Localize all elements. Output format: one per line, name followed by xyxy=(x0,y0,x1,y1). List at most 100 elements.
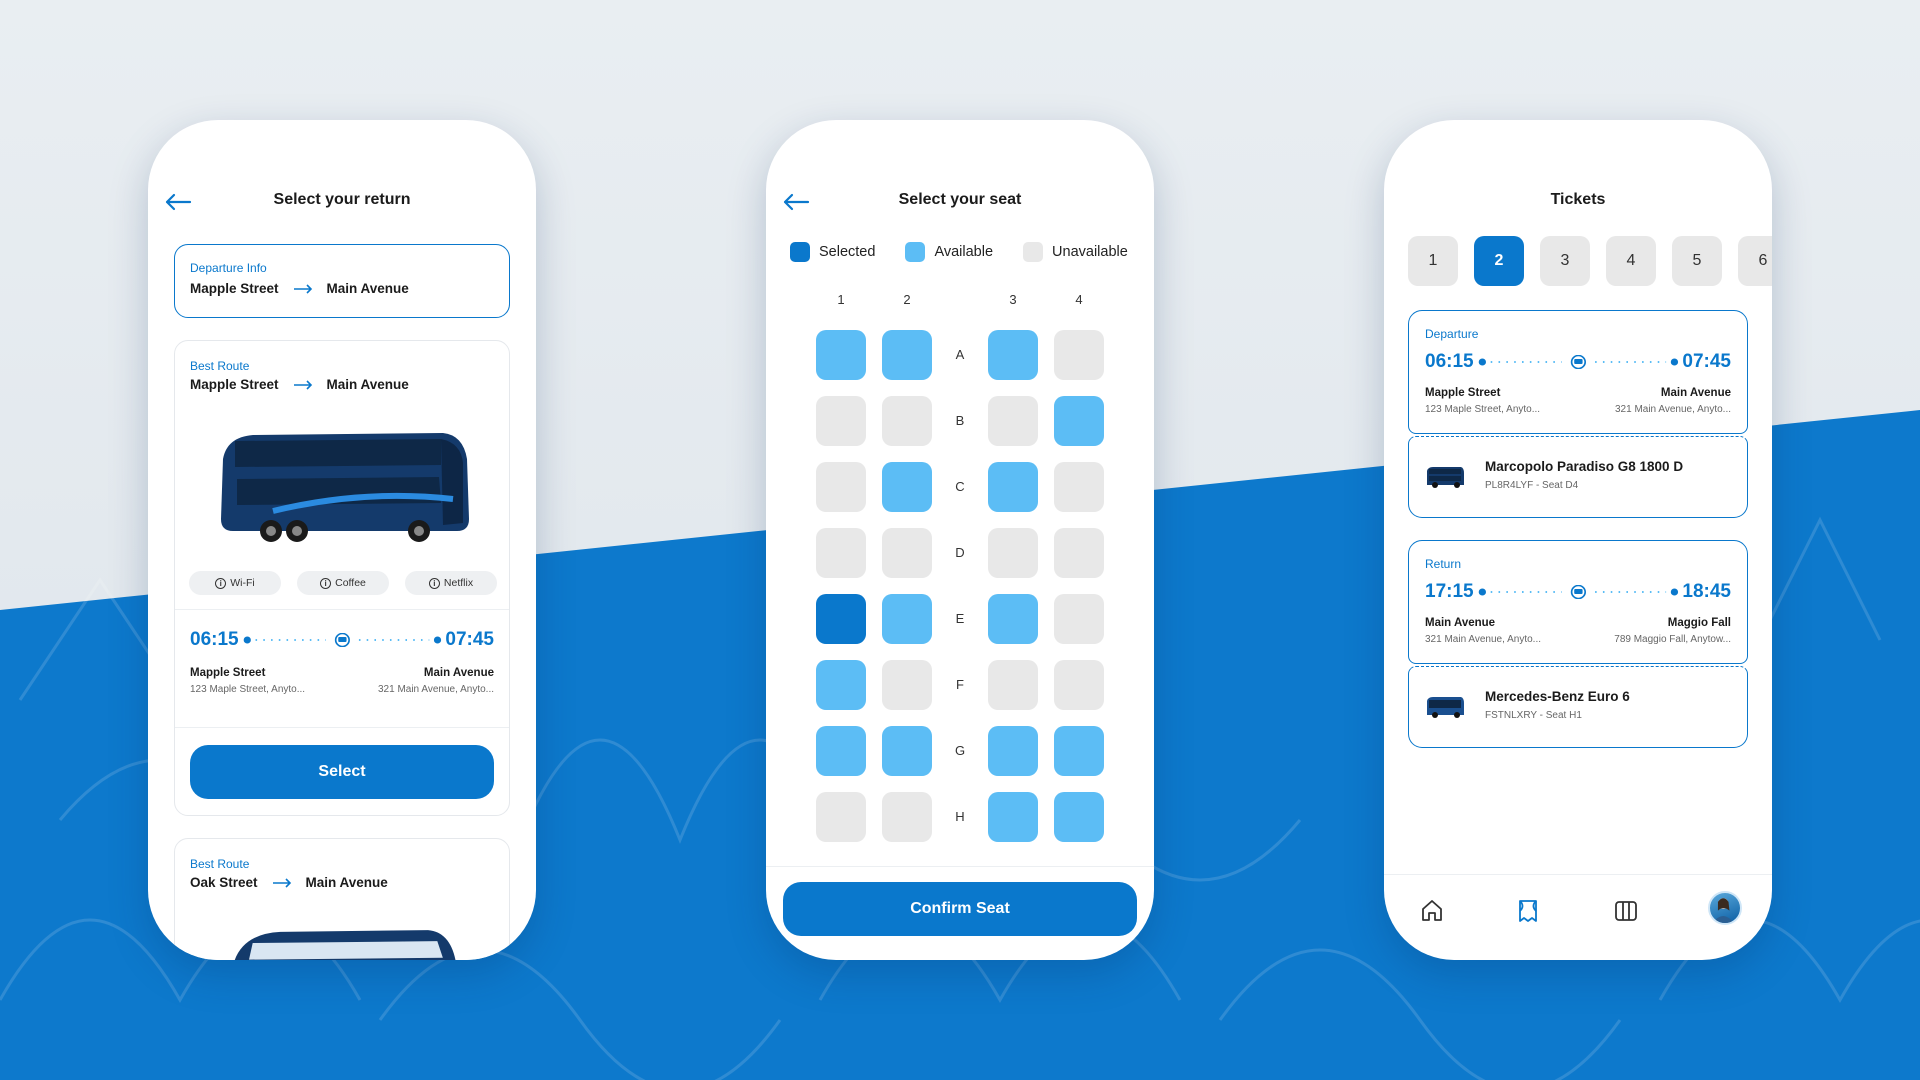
bus-info: PL8R4LYF - Seat D4 xyxy=(1485,480,1579,491)
depart-time: 06:15 xyxy=(190,629,239,650)
seat-C1 xyxy=(816,462,866,512)
seat-row-label: B xyxy=(955,413,965,428)
route-card[interactable]: Best Route Mapple Street Main Avenue i W… xyxy=(174,340,510,816)
departure-info-label: Departure Info xyxy=(190,261,267,275)
seat-A3[interactable] xyxy=(988,330,1038,380)
seat-column-label: 3 xyxy=(1009,292,1017,307)
route-dots-bus-icon xyxy=(1478,355,1678,369)
origin-address: 123 Maple Street, Anyto... xyxy=(190,684,306,695)
header: Select your return xyxy=(148,188,536,218)
departure-bus-card[interactable]: Marcopolo Paradiso G8 1800 D PL8R4LYF - … xyxy=(1408,436,1748,518)
seat-E4 xyxy=(1054,594,1104,644)
seat-C2[interactable] xyxy=(882,462,932,512)
seat-E1[interactable] xyxy=(816,594,866,644)
destination-name: Main Avenue xyxy=(423,667,494,679)
profile-avatar[interactable] xyxy=(1708,891,1742,925)
time-row: 06:15 07:45 xyxy=(1425,351,1731,373)
seat-column-label: 2 xyxy=(903,292,911,307)
info-icon: i xyxy=(428,577,440,589)
amenity-label: Wi-Fi xyxy=(230,577,255,589)
divider xyxy=(175,727,509,728)
seat-G1[interactable] xyxy=(816,726,866,776)
return-bus-card[interactable]: Mercedes-Benz Euro 6 FSTNLXRY - Seat H1 xyxy=(1408,666,1748,748)
bus-details: Mercedes-Benz Euro 6 FSTNLXRY - Seat H1 xyxy=(1485,689,1630,721)
seat-B4[interactable] xyxy=(1054,396,1104,446)
amenity-coffee: i Coffee xyxy=(297,571,389,595)
destination-address: 321 Main Avenue, Anyto... xyxy=(1614,404,1731,415)
bus-image xyxy=(221,433,469,542)
confirm-seat-button[interactable]: Confirm Seat xyxy=(783,882,1137,936)
origin-name: Main Avenue xyxy=(1425,617,1496,629)
select-button[interactable]: Select xyxy=(190,745,494,799)
ticket-icon[interactable] xyxy=(1514,897,1542,925)
seat-C3[interactable] xyxy=(988,462,1038,512)
best-route-label: Best Route xyxy=(190,857,250,871)
route-to: Main Avenue xyxy=(326,377,409,392)
bus-thumbnail xyxy=(1427,697,1464,718)
seat-D4 xyxy=(1054,528,1104,578)
destination: Maggio Fall 789 Maggio Fall, Anytow... xyxy=(1614,617,1731,645)
arrow-right-icon xyxy=(293,379,312,390)
seat-G4[interactable] xyxy=(1054,726,1104,776)
seat-A2[interactable] xyxy=(882,330,932,380)
seat-row-label: F xyxy=(956,677,964,692)
amenity-wifi: i Wi-Fi xyxy=(189,571,281,595)
seat-row-label: C xyxy=(955,479,965,494)
header: Tickets xyxy=(1384,188,1772,218)
seat-H3[interactable] xyxy=(988,792,1038,842)
time-row: 17:15 18:45 xyxy=(1425,581,1731,603)
home-icon[interactable] xyxy=(1418,897,1446,925)
seat-D3 xyxy=(988,528,1038,578)
arrive-time: 18:45 xyxy=(1682,581,1731,602)
ticket-tab-5[interactable]: 5 xyxy=(1672,236,1722,286)
route-line: Mapple Street Main Avenue xyxy=(190,377,409,392)
seat-H4[interactable] xyxy=(1054,792,1104,842)
ticket-tab-3[interactable]: 3 xyxy=(1540,236,1590,286)
time-row: 06:15 07:45 xyxy=(190,629,494,651)
seat-F3 xyxy=(988,660,1038,710)
seat-F1[interactable] xyxy=(816,660,866,710)
ticket-label: Return xyxy=(1425,557,1462,571)
seat-F4 xyxy=(1054,660,1104,710)
seat-C4 xyxy=(1054,462,1104,512)
route-card-2[interactable]: Best Route Oak Street Main Avenue xyxy=(174,838,510,960)
route-line: Oak Street Main Avenue xyxy=(190,875,388,890)
page-title: Select your return xyxy=(273,191,411,208)
amenity-label: Netflix xyxy=(443,577,474,589)
origin: Main Avenue 321 Main Avenue, Anyto... xyxy=(1425,617,1541,645)
seat-A4 xyxy=(1054,330,1104,380)
seat-G3[interactable] xyxy=(988,726,1038,776)
phone-select-seat: Select your seat Selected Available Unav… xyxy=(766,120,1154,960)
page-title: Tickets xyxy=(1550,191,1606,208)
seat-A1[interactable] xyxy=(816,330,866,380)
seat-E3[interactable] xyxy=(988,594,1038,644)
origin-name: Mapple Street xyxy=(190,667,266,679)
map-icon[interactable] xyxy=(1612,897,1640,925)
seat-column-label: 4 xyxy=(1075,292,1083,307)
bus-name: Marcopolo Paradiso G8 1800 D xyxy=(1485,459,1684,474)
route-dots-bus-icon xyxy=(243,633,441,647)
ticket-tab-6[interactable]: 6 xyxy=(1738,236,1772,286)
seat-G2[interactable] xyxy=(882,726,932,776)
amenities-row: i Wi-Fi i Coffee i Netflix xyxy=(189,571,497,595)
ticket-tab-1[interactable]: 1 xyxy=(1408,236,1458,286)
destination: Main Avenue 321 Main Avenue, Anyto... xyxy=(378,667,494,695)
seat-row-label: G xyxy=(954,743,966,758)
seat-E2[interactable] xyxy=(882,594,932,644)
info-icon: i xyxy=(320,577,332,589)
route-to: Main Avenue xyxy=(326,281,409,296)
departure-ticket[interactable]: Departure 06:15 07:45 Mapple Street 123 … xyxy=(1408,310,1748,434)
phone-tickets: Tickets 123456 Departure 06:15 07:45 Map… xyxy=(1384,120,1772,960)
divider xyxy=(766,866,1154,867)
bus-name: Mercedes-Benz Euro 6 xyxy=(1485,689,1630,704)
ticket-tab-2[interactable]: 2 xyxy=(1474,236,1524,286)
ticket-tab-4[interactable]: 4 xyxy=(1606,236,1656,286)
arrow-right-icon xyxy=(272,877,291,888)
return-ticket[interactable]: Return 17:15 18:45 Main Avenue 321 Main … xyxy=(1408,540,1748,664)
destination-name: Maggio Fall xyxy=(1667,617,1731,629)
origin: Mapple Street 123 Maple Street, Anyto... xyxy=(1425,387,1540,415)
seat-row-label: A xyxy=(955,347,965,362)
seat-row-label: H xyxy=(955,809,965,824)
avatar-person-icon xyxy=(1712,898,1734,923)
departure-route: Mapple Street Main Avenue xyxy=(190,281,409,296)
